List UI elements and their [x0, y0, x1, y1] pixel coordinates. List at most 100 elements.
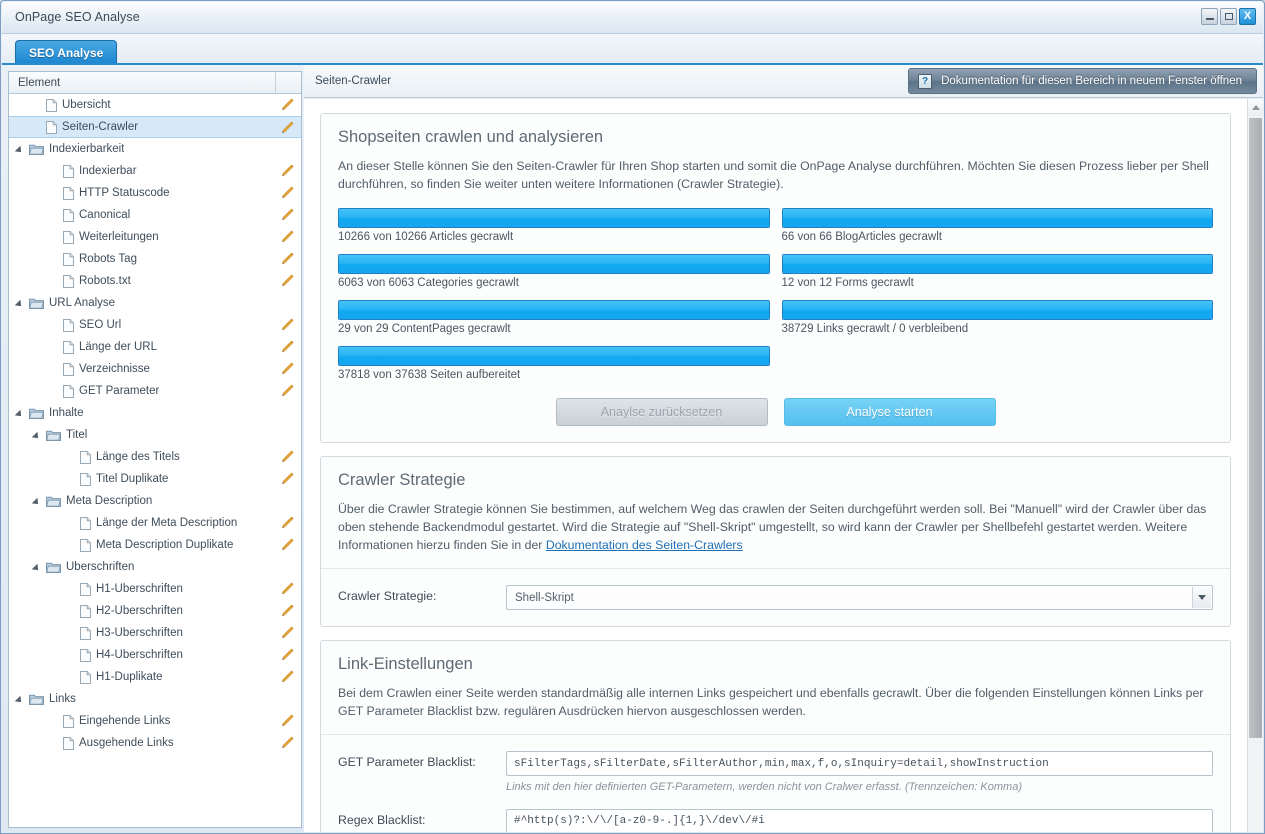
tree-item-überschriften[interactable]: Überschriften — [9, 556, 301, 578]
tree-item-titel-duplikate[interactable]: Titel Duplikate — [9, 468, 301, 490]
tree-item-indexierbarkeit[interactable]: Indexierbarkeit — [9, 138, 301, 160]
tree-item-get-parameter[interactable]: GET Parameter — [9, 380, 301, 402]
edit-pencil-icon[interactable] — [280, 186, 294, 200]
tree-expander-icon[interactable] — [17, 145, 26, 154]
file-icon — [63, 384, 74, 398]
file-icon — [80, 626, 91, 640]
edit-pencil-icon[interactable] — [280, 164, 294, 178]
edit-pencil-icon[interactable] — [280, 318, 294, 332]
tree-expander-icon[interactable] — [17, 299, 26, 308]
caret-shape — [1198, 595, 1206, 600]
close-button[interactable]: X — [1239, 8, 1256, 25]
tree-item-seo-url[interactable]: SEO Url — [9, 314, 301, 336]
file-icon — [46, 120, 57, 134]
edit-pencil-icon[interactable] — [280, 230, 294, 244]
progress-item: 12 von 12 Forms gecrawlt — [781, 254, 1213, 289]
tree-item-canonical[interactable]: Canonical — [9, 204, 301, 226]
tree-column-separator — [275, 72, 276, 93]
crawler-documentation-link[interactable]: Dokumentation des Seiten-Crawlers — [546, 538, 743, 552]
edit-pencil-icon[interactable] — [280, 384, 294, 398]
tree-item-http-statuscode[interactable]: HTTP Statuscode — [9, 182, 301, 204]
tree-item-titel[interactable]: Titel — [9, 424, 301, 446]
window-title: OnPage SEO Analyse — [15, 10, 140, 24]
tree-item-seiten-crawler[interactable]: Seiten-Crawler — [9, 116, 301, 138]
chevron-up-icon — [1251, 105, 1260, 110]
edit-pencil-icon[interactable] — [280, 736, 294, 750]
progress-bar-fill — [782, 209, 1212, 227]
regex-blacklist-row: Regex Blacklist: #^http(s)?:\/\/[a-z0-9-… — [338, 809, 1213, 832]
tree-item-weiterleitungen[interactable]: Weiterleitungen — [9, 226, 301, 248]
edit-pencil-icon[interactable] — [280, 516, 294, 530]
tree-item-übersicht[interactable]: Übersicht — [9, 94, 301, 116]
tree-item-robots-txt[interactable]: Robots.txt — [9, 270, 301, 292]
edit-pencil-icon[interactable] — [280, 648, 294, 662]
tree-item-h2-überschriften[interactable]: H2-Überschriften — [9, 600, 301, 622]
tree-item-inhalte[interactable]: Inhalte — [9, 402, 301, 424]
tree-item-verzeichnisse[interactable]: Verzeichnisse — [9, 358, 301, 380]
tree-expander-icon[interactable] — [17, 409, 26, 418]
tree-item-label: Eingehende Links — [79, 715, 171, 727]
tree-expander-icon[interactable] — [34, 563, 43, 572]
main-panel: Seiten-Crawler ? Dokumentation für diese… — [304, 65, 1263, 832]
get-blacklist-input[interactable]: sFilterTags,sFilterDate,sFilterAuthor,mi… — [506, 751, 1213, 776]
tab-strip: SEO Analyse — [2, 34, 1263, 64]
tree-item-meta-description-duplikate[interactable]: Meta Description Duplikate — [9, 534, 301, 556]
tree-item-indexierbar[interactable]: Indexierbar — [9, 160, 301, 182]
regex-blacklist-input[interactable]: #^http(s)?:\/\/[a-z0-9-.]{1,}\/dev\/#i — [506, 809, 1213, 832]
maximize-button[interactable] — [1220, 8, 1237, 25]
chevron-down-icon[interactable] — [1192, 587, 1211, 608]
edit-pencil-icon[interactable] — [280, 362, 294, 376]
documentation-button[interactable]: ? Dokumentation für diesen Bereich in ne… — [908, 68, 1257, 94]
edit-pencil-icon[interactable] — [280, 340, 294, 354]
edit-pencil-icon[interactable] — [280, 670, 294, 684]
minimize-icon — [1205, 18, 1214, 20]
file-icon — [63, 714, 74, 728]
tree-expander-icon[interactable] — [34, 431, 43, 440]
edit-pencil-icon[interactable] — [280, 252, 294, 266]
tree-item-länge-des-titels[interactable]: Länge des Titels — [9, 446, 301, 468]
reset-analysis-button[interactable]: Anaylse zurücksetzen — [555, 398, 768, 426]
element-tree[interactable]: Übersicht Seiten-Crawler Indexierbarkeit In… — [9, 94, 301, 827]
edit-pencil-icon[interactable] — [280, 450, 294, 464]
progress-bar-fill — [339, 255, 769, 273]
tree-item-label: Titel — [66, 429, 88, 441]
tree-item-links[interactable]: Links — [9, 688, 301, 710]
tree-item-h1-überschriften[interactable]: H1-Überschriften — [9, 578, 301, 600]
edit-pencil-icon[interactable] — [280, 626, 294, 640]
tree-item-ausgehende-links[interactable]: Ausgehende Links — [9, 732, 301, 754]
tab-seo-analyse[interactable]: SEO Analyse — [15, 40, 118, 64]
edit-pencil-icon[interactable] — [280, 208, 294, 222]
scroll-up-button[interactable] — [1248, 99, 1263, 116]
edit-pencil-icon[interactable] — [280, 714, 294, 728]
tree-item-url-analyse[interactable]: URL Analyse — [9, 292, 301, 314]
tree-item-länge-der-meta-description[interactable]: Länge der Meta Description — [9, 512, 301, 534]
tree-item-h3-überschriften[interactable]: H3-Überschriften — [9, 622, 301, 644]
edit-pencil-icon[interactable] — [280, 604, 294, 618]
tree-item-label: H1-Duplikate — [96, 671, 163, 683]
tree-expander-icon[interactable] — [34, 497, 43, 506]
start-analysis-button[interactable]: Analyse starten — [783, 398, 996, 426]
tree-item-eingehende-links[interactable]: Eingehende Links — [9, 710, 301, 732]
edit-pencil-icon[interactable] — [280, 98, 294, 112]
tree-item-h1-duplikate[interactable]: H1-Duplikate — [9, 666, 301, 688]
tree-item-h4-überschriften[interactable]: H4-Überschriften — [9, 644, 301, 666]
scrollbar-thumb[interactable] — [1249, 118, 1262, 738]
edit-pencil-icon[interactable] — [280, 121, 294, 135]
minimize-button[interactable] — [1201, 8, 1218, 25]
edit-pencil-icon[interactable] — [280, 582, 294, 596]
edit-pencil-icon[interactable] — [280, 472, 294, 486]
tab-label: SEO Analyse — [29, 45, 104, 60]
edit-pencil-icon[interactable] — [280, 274, 294, 288]
tree-item-robots-tag[interactable]: Robots Tag — [9, 248, 301, 270]
tree-item-länge-der-url[interactable]: Länge der URL — [9, 336, 301, 358]
vertical-scrollbar[interactable] — [1247, 99, 1263, 832]
strategy-card-title: Crawler Strategie — [338, 471, 466, 489]
tree-item-label: Seiten-Crawler — [62, 121, 139, 133]
file-icon — [63, 340, 74, 354]
progress-bar-label: 12 von 12 Forms gecrawlt — [781, 277, 914, 289]
tree-expander-icon[interactable] — [17, 695, 26, 704]
tree-item-meta-description[interactable]: Meta Description — [9, 490, 301, 512]
edit-pencil-icon[interactable] — [280, 538, 294, 552]
crawler-strategy-select[interactable]: Shell-Skript — [506, 585, 1213, 610]
link-settings-title: Link-Einstellungen — [338, 655, 473, 673]
